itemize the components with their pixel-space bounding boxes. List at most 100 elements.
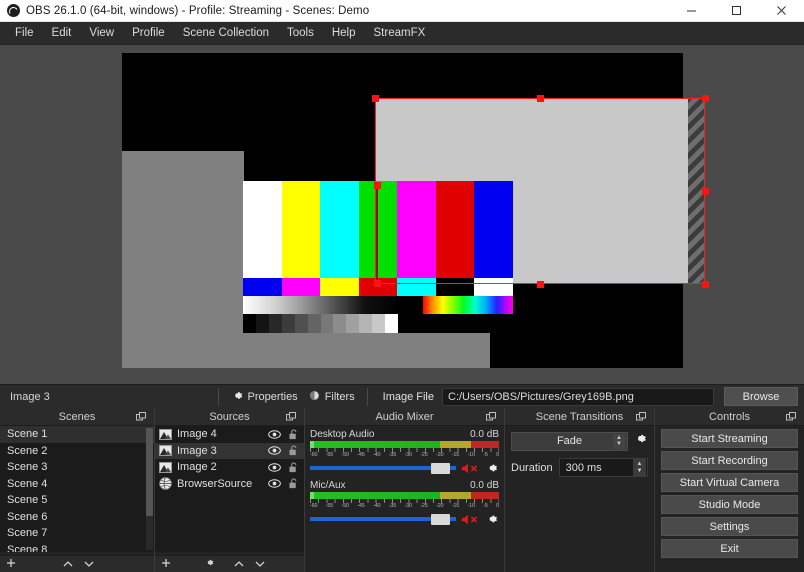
- maximize-icon[interactable]: [714, 0, 759, 22]
- start-streaming-button[interactable]: Start Streaming: [661, 429, 798, 448]
- chevron-updown-icon[interactable]: ▲ ▼: [613, 433, 625, 449]
- menu-edit[interactable]: Edit: [43, 24, 81, 42]
- muted-speaker-icon[interactable]: [461, 513, 480, 526]
- channel-level: 0.0 dB: [470, 480, 499, 491]
- resize-handle-middle-left[interactable]: [373, 181, 381, 189]
- unlock-icon[interactable]: [286, 462, 300, 473]
- exit-button[interactable]: Exit: [661, 539, 798, 558]
- eye-icon[interactable]: [267, 479, 281, 488]
- source-name: Image 3: [177, 444, 217, 457]
- unlock-icon[interactable]: [286, 429, 300, 440]
- color-bars-source[interactable]: [243, 181, 514, 333]
- resize-handle-top-right[interactable]: [701, 94, 709, 102]
- unlock-icon[interactable]: [286, 445, 300, 456]
- scene-list-item[interactable]: Scene 3: [0, 459, 154, 476]
- move-down-icon[interactable]: [84, 555, 94, 572]
- audio-channel-desktop: Desktop Audio 0.0 dB -60 -55 -50 -45 -40…: [310, 429, 499, 475]
- source-name: Image 2: [177, 461, 217, 474]
- resize-handle-top-center[interactable]: [536, 94, 544, 102]
- resize-handle-bottom-right[interactable]: [701, 280, 709, 288]
- start-virtual-camera-button[interactable]: Start Virtual Camera: [661, 473, 798, 492]
- menu-help[interactable]: Help: [323, 24, 365, 42]
- menu-profile[interactable]: Profile: [123, 24, 174, 42]
- canvas-black-region-topleft: [122, 53, 340, 151]
- scene-list-item[interactable]: Scene 4: [0, 476, 154, 493]
- sources-title: Sources: [209, 410, 250, 423]
- add-icon[interactable]: [161, 555, 171, 572]
- properties-icon[interactable]: [204, 555, 215, 572]
- move-down-icon[interactable]: [255, 555, 265, 572]
- scene-list-item[interactable]: Scene 2: [0, 443, 154, 460]
- menu-tools[interactable]: Tools: [278, 24, 323, 42]
- undock-icon[interactable]: [636, 412, 646, 424]
- source-toolbar: Image 3 Properties Filters Image File C:…: [0, 384, 804, 408]
- gear-icon[interactable]: [485, 461, 499, 475]
- scene-list-item[interactable]: Scene 6: [0, 509, 154, 526]
- scale-tick: 0: [496, 452, 499, 458]
- menu-streamfx[interactable]: StreamFX: [365, 24, 435, 42]
- volume-meter: [310, 492, 500, 499]
- preview-canvas[interactable]: [0, 45, 804, 384]
- image-source-icon: [159, 445, 172, 457]
- menu-file[interactable]: File: [6, 24, 43, 42]
- eye-icon[interactable]: [267, 446, 281, 455]
- muted-speaker-icon[interactable]: [461, 462, 480, 475]
- scene-list-item[interactable]: Scene 8: [0, 542, 154, 552]
- color-bars-steps-row: [243, 314, 513, 333]
- controls-body: Start Streaming Start Recording Start Vi…: [655, 426, 804, 572]
- volume-slider[interactable]: [310, 513, 456, 525]
- menu-scene-collection[interactable]: Scene Collection: [174, 24, 278, 42]
- browse-button[interactable]: Browse: [724, 387, 798, 406]
- eye-icon[interactable]: [267, 463, 281, 472]
- gear-icon[interactable]: [485, 512, 499, 526]
- audio-mixer-body: Desktop Audio 0.0 dB -60 -55 -50 -45 -40…: [305, 426, 504, 572]
- minimize-icon[interactable]: [669, 0, 714, 22]
- scenes-dock: Scenes Scene 1 Scene 2 Scene 3 Scene 4 S…: [0, 408, 155, 572]
- close-icon[interactable]: [759, 0, 804, 22]
- settings-button[interactable]: Settings: [661, 517, 798, 536]
- transition-select[interactable]: Fade ▲ ▼: [511, 431, 628, 451]
- scene-list-item[interactable]: Scene 5: [0, 492, 154, 509]
- image-file-input[interactable]: C:/Users/OBS/Pictures/Grey169B.png: [442, 387, 714, 406]
- resize-handle-top-left[interactable]: [371, 94, 379, 102]
- scenes-list[interactable]: Scene 1 Scene 2 Scene 3 Scene 4 Scene 5 …: [0, 426, 154, 552]
- source-list-item[interactable]: Image 3: [155, 442, 304, 459]
- move-up-icon[interactable]: [234, 555, 244, 572]
- add-icon[interactable]: [6, 555, 16, 572]
- resize-handle-middle-right[interactable]: [701, 187, 709, 195]
- scene-list-item[interactable]: Scene 1: [0, 426, 154, 443]
- source-list-item[interactable]: Image 4: [155, 426, 304, 443]
- source-list-item[interactable]: BrowserSource: [155, 476, 304, 493]
- rotation-handle[interactable]: [373, 279, 381, 287]
- eye-icon[interactable]: [267, 430, 281, 439]
- unlock-icon[interactable]: [286, 478, 300, 489]
- scenes-scrollbar[interactable]: [146, 428, 153, 550]
- properties-button[interactable]: Properties: [226, 387, 303, 407]
- undock-icon[interactable]: [486, 412, 496, 424]
- image-file-label: Image File: [382, 390, 434, 403]
- move-up-icon[interactable]: [63, 555, 73, 572]
- resize-handle-bottom-center[interactable]: [536, 280, 544, 288]
- studio-mode-button[interactable]: Studio Mode: [661, 495, 798, 514]
- sources-dock: Sources Image 4 Image 3 Image 2 BrowserS…: [155, 408, 305, 572]
- filters-button[interactable]: Filters: [303, 387, 360, 407]
- volume-slider[interactable]: [310, 462, 456, 474]
- obs-main-window: OBS 26.1.0 (64-bit, windows) - Profile: …: [0, 0, 804, 572]
- transition-properties-gear-icon[interactable]: [633, 431, 648, 451]
- sources-list[interactable]: Image 4 Image 3 Image 2 BrowserSource: [155, 426, 304, 552]
- undock-icon[interactable]: [286, 412, 296, 424]
- duration-stepper[interactable]: ▲ ▼: [633, 459, 646, 476]
- undock-icon[interactable]: [136, 412, 146, 424]
- menu-view[interactable]: View: [80, 24, 123, 42]
- undock-icon[interactable]: [786, 412, 796, 424]
- scale-tick: -55: [325, 452, 334, 458]
- start-recording-button[interactable]: Start Recording: [661, 451, 798, 470]
- toolbar-divider-2: [366, 387, 368, 406]
- duration-input[interactable]: 300 ms ▲ ▼: [558, 458, 648, 477]
- grayscale-ramp: [243, 296, 398, 314]
- image-source-icon: [159, 428, 172, 440]
- gray-steps: [243, 314, 399, 333]
- scene-list-item[interactable]: Scene 7: [0, 525, 154, 542]
- source-list-item[interactable]: Image 2: [155, 459, 304, 476]
- controls-title: Controls: [709, 410, 750, 423]
